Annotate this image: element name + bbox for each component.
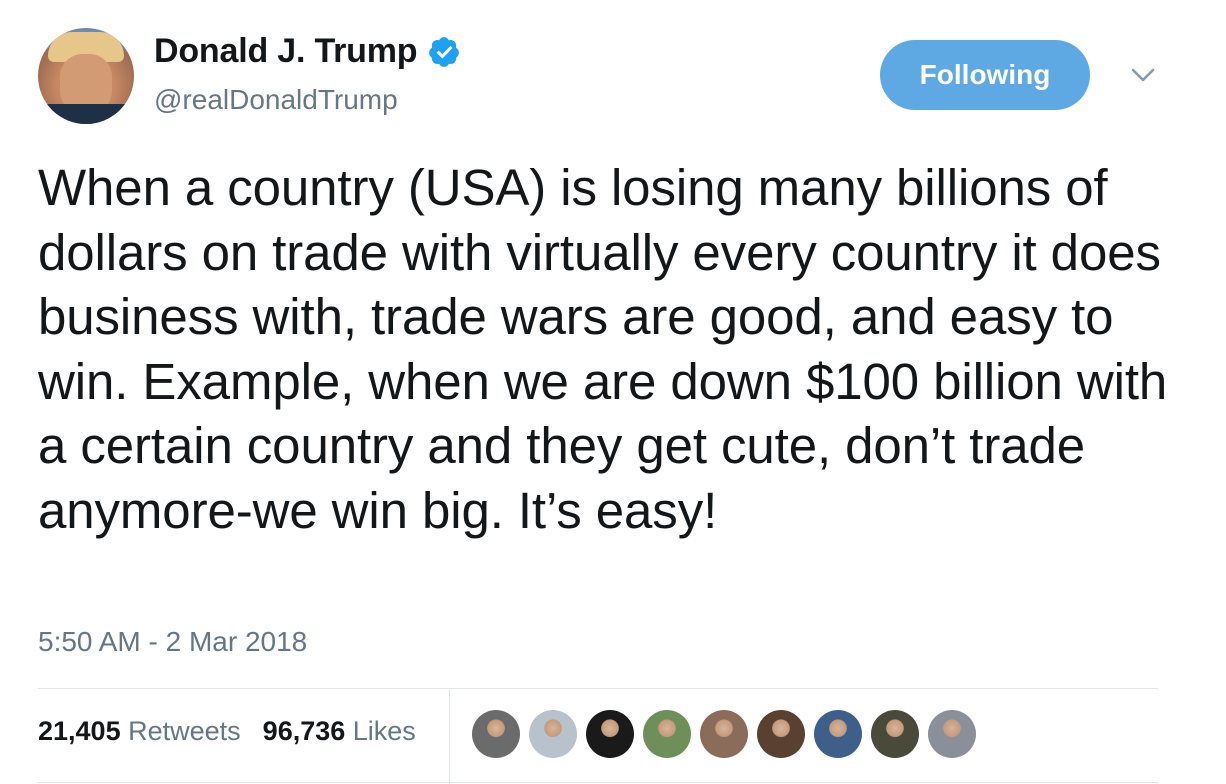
liker-avatar-3[interactable] xyxy=(586,710,634,758)
profile-avatar[interactable] xyxy=(38,28,134,124)
retweets-stat[interactable]: 21,405 Retweets xyxy=(38,716,241,747)
stats-separator xyxy=(449,690,450,784)
likes-count: 96,736 xyxy=(262,716,346,746)
author-handle[interactable]: @realDonaldTrump xyxy=(154,84,398,116)
liker-avatar-9[interactable] xyxy=(928,710,976,758)
stats-top-divider xyxy=(38,688,1158,689)
stats-bottom-divider xyxy=(38,782,1158,783)
tweet-stats: 21,405 Retweets 96,736 Likes xyxy=(38,716,416,747)
liker-avatar-7[interactable] xyxy=(814,710,862,758)
likers-avatars xyxy=(472,710,976,758)
likes-label: Likes xyxy=(352,716,416,746)
tweet-timestamp[interactable]: 5:50 AM - 2 Mar 2018 xyxy=(38,626,307,658)
author-name-row: Donald J. Trump xyxy=(154,32,461,71)
tweet-text: When a country (USA) is losing many bill… xyxy=(38,159,1168,539)
liker-avatar-4[interactable] xyxy=(643,710,691,758)
liker-avatar-1[interactable] xyxy=(472,710,520,758)
liker-avatar-2[interactable] xyxy=(529,710,577,758)
likes-stat[interactable]: 96,736 Likes xyxy=(263,716,416,747)
liker-avatar-5[interactable] xyxy=(700,710,748,758)
liker-avatar-8[interactable] xyxy=(871,710,919,758)
author-display-name[interactable]: Donald J. Trump xyxy=(154,32,418,71)
liker-avatar-6[interactable] xyxy=(757,710,805,758)
retweets-count: 21,405 xyxy=(38,716,121,746)
retweets-label: Retweets xyxy=(128,716,241,746)
verified-badge-icon xyxy=(429,36,460,67)
chevron-down-icon[interactable] xyxy=(1130,66,1156,84)
following-button[interactable]: Following xyxy=(880,40,1090,110)
